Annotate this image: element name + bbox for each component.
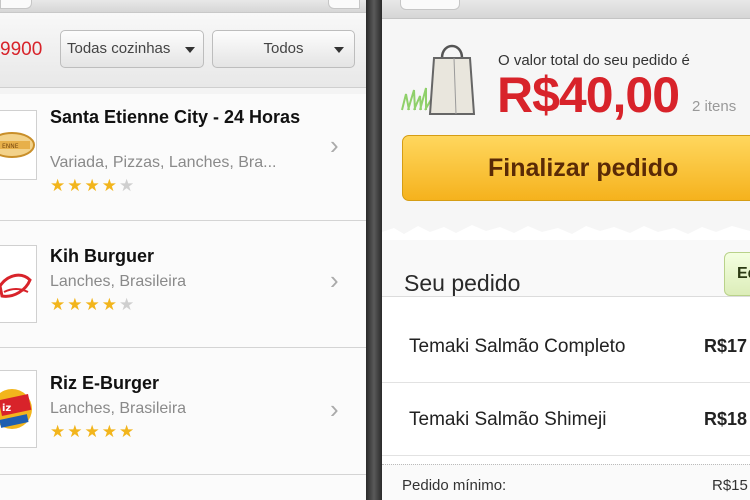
star-icon: ★	[101, 422, 119, 441]
riz-e-burger-logo-icon: iz	[0, 370, 37, 448]
svg-text:iz: iz	[2, 403, 11, 414]
top-toolbar	[0, 0, 366, 13]
chevron-right-icon: ›	[330, 130, 339, 160]
kih-burguer-logo-icon	[0, 245, 37, 323]
restaurant-name: Santa Etienne City - 24 Horas	[50, 107, 301, 127]
restaurant-categories: Lanches, Brasileira	[50, 400, 187, 417]
item-price: R$18	[704, 409, 748, 429]
star-icon: ★	[119, 422, 137, 441]
back-button[interactable]	[0, 0, 32, 9]
star-icon: ★	[67, 295, 85, 314]
items-count: 2 itens	[692, 98, 737, 115]
minimum-order-label: Pedido mínimo:	[402, 477, 507, 494]
phone-divider	[366, 0, 382, 500]
restaurant-row[interactable]: ENNE Santa Etienne City - 24 Horas Varia…	[0, 94, 366, 221]
shopping-bag-icon	[428, 44, 476, 115]
star-icon: ★	[67, 176, 85, 195]
restaurant-row[interactable]: iz Riz E-Burger Lanches, Brasileira ★★★★…	[0, 348, 366, 475]
svg-text:ENNE: ENNE	[2, 143, 19, 150]
item-name: Temaki Salmão Shimeji	[409, 409, 607, 430]
edit-order-label: Ed	[737, 265, 750, 282]
star-icon: ★	[84, 422, 102, 441]
finalize-order-button[interactable]: Finalizar pedido	[402, 135, 750, 201]
restaurant-name: Kih Burguer	[50, 246, 155, 266]
minimum-order-value: R$15	[712, 477, 748, 494]
filter-bar: 9900 Todas cozinhas Todos	[0, 13, 366, 88]
star-icon: ★	[101, 295, 119, 314]
item-price: R$17	[704, 336, 748, 356]
order-header: Seu pedido	[382, 240, 750, 297]
star-icon: ★	[67, 422, 85, 441]
star-icon: ★	[50, 176, 68, 195]
general-filter-dropdown[interactable]: Todos	[212, 30, 355, 68]
santa-etienne-logo-icon: ENNE	[0, 110, 37, 180]
minimum-order-row: Pedido mínimo: R$15	[382, 464, 750, 500]
restaurant-categories: Variada, Pizzas, Lanches, Bra...	[50, 154, 277, 171]
chevron-right-icon: ›	[330, 394, 339, 424]
item-name: Temaki Salmão Completo	[409, 336, 626, 357]
chevron-down-icon	[334, 47, 344, 53]
star-icon: ★	[101, 176, 119, 195]
edit-order-button[interactable]: Ed	[724, 252, 750, 296]
toolbar-button[interactable]	[328, 0, 360, 9]
star-icon: ★	[84, 176, 102, 195]
chevron-right-icon: ›	[330, 265, 339, 295]
general-filter-label: Todos	[263, 40, 304, 57]
order-title: Seu pedido	[404, 270, 521, 296]
restaurant-name: Riz E-Burger	[50, 373, 160, 393]
restaurant-row[interactable]: Kih Burguer Lanches, Brasileira ★★★★★ ›	[0, 221, 366, 348]
cuisine-filter-dropdown[interactable]: Todas cozinhas	[60, 30, 204, 68]
rating-stars: ★★★★★	[50, 176, 136, 196]
star-icon: ★	[50, 422, 68, 441]
rating-stars: ★★★★★	[50, 295, 136, 315]
order-item[interactable]: Temaki Salmão Shimeji R$18	[382, 385, 750, 456]
phone-number[interactable]: 9900	[0, 39, 42, 61]
top-toolbar	[382, 0, 750, 19]
list-item[interactable]	[0, 475, 366, 500]
back-button[interactable]	[400, 0, 460, 10]
order-item[interactable]: Temaki Salmão Completo R$17	[382, 312, 750, 383]
star-empty-icon: ★	[119, 295, 137, 314]
star-icon: ★	[50, 295, 68, 314]
order-summary-screen: O valor total do seu pedido é R$40,00 2 …	[382, 0, 750, 500]
star-empty-icon: ★	[119, 176, 137, 195]
rating-stars: ★★★★★	[50, 422, 136, 442]
finalize-order-label: Finalizar pedido	[488, 154, 679, 182]
chevron-down-icon	[185, 47, 195, 53]
order-total-value: R$40,00	[497, 67, 680, 123]
cuisine-filter-label: Todas cozinhas	[67, 40, 171, 57]
star-icon: ★	[84, 295, 102, 314]
restaurant-categories: Lanches, Brasileira	[50, 273, 187, 290]
restaurant-list-screen: 9900 Todas cozinhas Todos ENNE Santa Eti…	[0, 0, 366, 500]
